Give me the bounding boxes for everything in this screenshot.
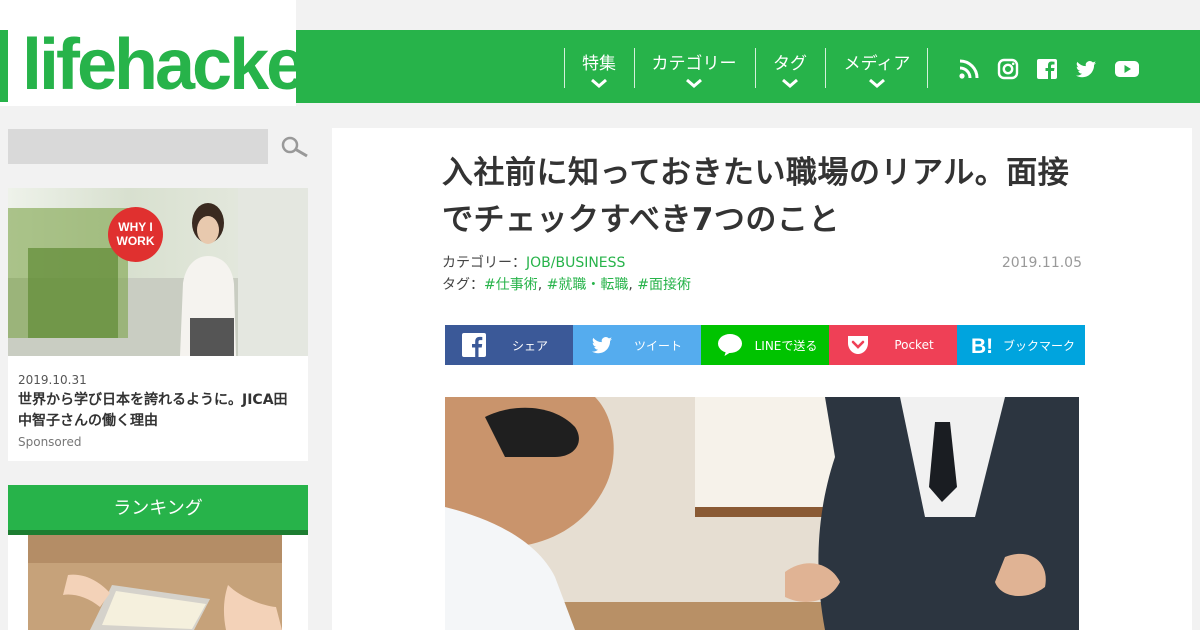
article-tags: タグ：#仕事術, #就職・転職, #面接術	[442, 277, 692, 293]
tag-link[interactable]: #就職・転職	[547, 277, 629, 293]
share-label: シェア	[511, 338, 548, 353]
article-category: カテゴリー：JOB/BUSINESS	[442, 252, 625, 272]
chevron-down-icon	[869, 78, 885, 88]
badge-line: WORK	[116, 234, 155, 248]
sponsored-article-card[interactable]: WHY I WORK 2019.10.31 世界から学び日本を誇れるように。JI…	[8, 188, 308, 461]
share-line-button[interactable]: LINEで送る	[701, 325, 829, 365]
line-icon	[717, 332, 743, 358]
site-logo[interactable]: lifehacker	[22, 20, 331, 110]
tag-label: タグ：	[442, 277, 484, 293]
nav-divider	[825, 48, 826, 88]
share-label: ツイート	[633, 338, 682, 353]
nav-item-tags[interactable]: タグ	[765, 49, 815, 88]
svg-text:B!: B!	[971, 335, 993, 356]
pocket-icon	[845, 332, 871, 358]
share-label: LINEで送る	[754, 338, 818, 353]
ranking-panel	[8, 535, 308, 630]
card-title[interactable]: 世界から学び日本を誇れるように。JICA田中智子さんの働く理由	[18, 390, 298, 432]
nav-item-label: メディア	[843, 54, 911, 74]
share-hatena-button[interactable]: B! ブックマーク	[957, 325, 1085, 365]
chevron-down-icon	[591, 78, 607, 88]
nav-item-categories[interactable]: カテゴリー	[644, 49, 744, 88]
facebook-icon	[461, 332, 487, 358]
article-main: 入社前に知っておきたい職場のリアル。面接でチェックすべき7つのこと カテゴリー：…	[332, 128, 1192, 630]
search-input[interactable]	[8, 129, 268, 164]
hatena-bookmark-icon: B!	[971, 332, 997, 358]
nav-divider	[564, 48, 565, 88]
nav-item-label: 特集	[582, 54, 616, 74]
chevron-down-icon	[686, 78, 702, 88]
category-label: カテゴリー：	[442, 255, 526, 271]
search-icon[interactable]	[280, 135, 308, 159]
article-title: 入社前に知っておきたい職場のリアル。面接でチェックすべき7つのこと	[442, 155, 1070, 238]
rss-icon[interactable]	[958, 58, 980, 80]
why-i-work-badge: WHY I WORK	[108, 207, 163, 262]
share-pocket-button[interactable]: Pocket	[829, 325, 957, 365]
badge-line: WHY I	[118, 220, 153, 234]
header-nav-bar: 特集 カテゴリー タグ メディア	[296, 30, 1200, 103]
nav-divider	[927, 48, 928, 88]
nav-item-media[interactable]: メディア	[836, 49, 918, 88]
article-date: 2019.11.05	[1001, 255, 1082, 271]
card-date: 2019.10.31	[18, 373, 87, 387]
nav-item-label: タグ	[773, 54, 807, 74]
article-hero-image	[445, 397, 1079, 630]
tag-link[interactable]: #面接術	[637, 277, 691, 293]
category-link[interactable]: JOB/BUSINESS	[526, 255, 625, 271]
share-label: ブックマーク	[1002, 338, 1075, 353]
twitter-icon	[589, 332, 615, 358]
nav-divider	[634, 48, 635, 88]
sponsored-label: Sponsored	[18, 435, 82, 449]
instagram-icon[interactable]	[997, 58, 1019, 80]
twitter-icon[interactable]	[1075, 58, 1097, 80]
nav-item-label: カテゴリー	[651, 54, 737, 74]
logo-accent-bar	[0, 30, 8, 102]
ranking-heading: ランキング	[8, 485, 308, 535]
logo-area: lifehacker	[0, 0, 331, 106]
nav-divider	[755, 48, 756, 88]
nav-item-features[interactable]: 特集	[574, 49, 624, 88]
ranking-item-image[interactable]	[28, 535, 282, 630]
share-facebook-button[interactable]: シェア	[445, 325, 573, 365]
sponsored-article-image: WHY I WORK	[8, 188, 308, 356]
chevron-down-icon	[782, 78, 798, 88]
youtube-icon[interactable]	[1114, 58, 1140, 80]
tag-link[interactable]: #仕事術	[484, 277, 538, 293]
share-twitter-button[interactable]: ツイート	[573, 325, 701, 365]
share-label: Pocket	[894, 338, 934, 352]
facebook-icon[interactable]	[1036, 58, 1058, 80]
